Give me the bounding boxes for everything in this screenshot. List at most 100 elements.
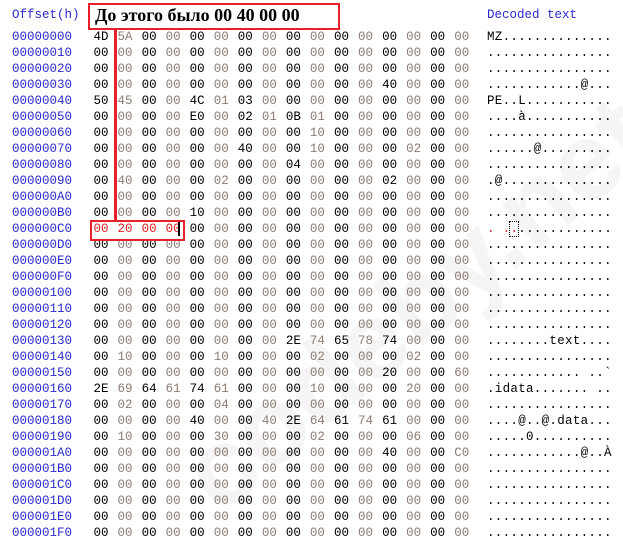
- hex-byte[interactable]: 00: [259, 158, 279, 172]
- hex-byte[interactable]: 00: [380, 206, 400, 220]
- hex-byte[interactable]: 00: [332, 350, 352, 364]
- hex-byte[interactable]: 00: [235, 318, 255, 332]
- hex-byte[interactable]: 00: [283, 126, 303, 140]
- hex-byte[interactable]: 00: [211, 334, 231, 348]
- hex-byte[interactable]: 00: [91, 510, 111, 524]
- hex-byte[interactable]: 00: [115, 46, 135, 60]
- hex-byte[interactable]: 00: [91, 62, 111, 76]
- hex-byte[interactable]: 00: [356, 30, 376, 44]
- hex-byte[interactable]: 00: [452, 334, 472, 348]
- hex-byte[interactable]: 02: [235, 110, 255, 124]
- hex-byte[interactable]: 40: [235, 142, 255, 156]
- hex-byte[interactable]: 00: [283, 254, 303, 268]
- hex-byte[interactable]: 00: [115, 110, 135, 124]
- hex-byte[interactable]: 00: [115, 510, 135, 524]
- hex-byte[interactable]: 00: [235, 510, 255, 524]
- hex-byte[interactable]: 00: [91, 78, 111, 92]
- hex-byte[interactable]: 61: [211, 382, 231, 396]
- hex-byte[interactable]: 00: [163, 526, 183, 540]
- hex-byte[interactable]: 00: [428, 270, 448, 284]
- hex-byte[interactable]: 00: [307, 78, 327, 92]
- hex-byte[interactable]: 00: [380, 286, 400, 300]
- decoded-text[interactable]: ................: [487, 318, 612, 332]
- decoded-text[interactable]: ................: [487, 158, 612, 172]
- hex-byte[interactable]: 00: [259, 510, 279, 524]
- hex-byte[interactable]: 00: [115, 142, 135, 156]
- hex-byte[interactable]: 00: [139, 254, 159, 268]
- hex-byte[interactable]: 00: [283, 142, 303, 156]
- hex-byte[interactable]: 00: [163, 366, 183, 380]
- decoded-text[interactable]: ................: [487, 286, 612, 300]
- hex-byte[interactable]: 00: [404, 318, 424, 332]
- hex-byte[interactable]: 00: [139, 350, 159, 364]
- hex-byte[interactable]: 04: [211, 398, 231, 412]
- hex-byte[interactable]: 4D: [91, 30, 111, 44]
- hex-byte[interactable]: 00: [283, 510, 303, 524]
- hex-byte[interactable]: 10: [115, 350, 135, 364]
- hex-byte[interactable]: 00: [332, 366, 352, 380]
- hex-byte[interactable]: 5A: [115, 30, 135, 44]
- hex-byte[interactable]: 00: [235, 366, 255, 380]
- hex-byte[interactable]: 00: [307, 302, 327, 316]
- hex-byte[interactable]: 00: [307, 222, 327, 236]
- hex-byte[interactable]: 00: [115, 62, 135, 76]
- hex-byte[interactable]: 04: [283, 158, 303, 172]
- hex-byte[interactable]: 00: [404, 462, 424, 476]
- hex-byte[interactable]: 00: [163, 142, 183, 156]
- hex-byte[interactable]: 00: [235, 302, 255, 316]
- hex-byte[interactable]: 00: [139, 270, 159, 284]
- hex-byte[interactable]: 00: [91, 126, 111, 140]
- hex-byte[interactable]: 00: [187, 62, 207, 76]
- hex-byte[interactable]: 00: [452, 238, 472, 252]
- hex-byte[interactable]: 00: [283, 94, 303, 108]
- hex-byte[interactable]: 00: [187, 46, 207, 60]
- hex-byte[interactable]: 40: [115, 174, 135, 188]
- hex-byte[interactable]: 00: [356, 46, 376, 60]
- hex-byte[interactable]: 00: [211, 46, 231, 60]
- hex-byte[interactable]: 00: [404, 446, 424, 460]
- decoded-text[interactable]: ............@...: [487, 78, 612, 92]
- hex-byte[interactable]: 06: [404, 430, 424, 444]
- hex-byte[interactable]: 00: [380, 510, 400, 524]
- hex-byte[interactable]: 00: [163, 30, 183, 44]
- decoded-text[interactable]: MZ..............: [487, 30, 612, 44]
- hex-byte[interactable]: 00: [356, 110, 376, 124]
- hex-byte[interactable]: 00: [356, 126, 376, 140]
- hex-byte[interactable]: 00: [380, 142, 400, 156]
- hex-byte[interactable]: 00: [307, 190, 327, 204]
- hex-byte[interactable]: 02: [307, 430, 327, 444]
- hex-byte[interactable]: 00: [332, 206, 352, 220]
- hex-byte[interactable]: 00: [356, 206, 376, 220]
- hex-byte[interactable]: 00: [211, 238, 231, 252]
- hex-byte[interactable]: 00: [332, 510, 352, 524]
- hex-byte[interactable]: 00: [163, 94, 183, 108]
- hex-byte[interactable]: 00: [428, 254, 448, 268]
- hex-byte[interactable]: 00: [235, 430, 255, 444]
- hex-byte[interactable]: 00: [163, 462, 183, 476]
- hex-byte[interactable]: 00: [332, 302, 352, 316]
- hex-byte[interactable]: 00: [163, 190, 183, 204]
- hex-byte[interactable]: 00: [211, 206, 231, 220]
- hex-byte[interactable]: 40: [187, 414, 207, 428]
- hex-byte[interactable]: 00: [139, 174, 159, 188]
- hex-byte[interactable]: 00: [259, 494, 279, 508]
- hex-byte[interactable]: 00: [211, 446, 231, 460]
- hex-byte[interactable]: 00: [139, 398, 159, 412]
- hex-byte[interactable]: 00: [187, 478, 207, 492]
- hex-byte[interactable]: 00: [235, 350, 255, 364]
- hex-byte[interactable]: 10: [307, 126, 327, 140]
- hex-byte[interactable]: 00: [163, 110, 183, 124]
- hex-byte[interactable]: 00: [115, 126, 135, 140]
- hex-byte[interactable]: 00: [307, 46, 327, 60]
- hex-byte[interactable]: 10: [307, 142, 327, 156]
- hex-byte[interactable]: 00: [428, 334, 448, 348]
- hex-byte[interactable]: 00: [356, 174, 376, 188]
- hex-byte[interactable]: 00: [404, 478, 424, 492]
- hex-byte[interactable]: 50: [91, 94, 111, 108]
- hex-byte[interactable]: 00: [356, 78, 376, 92]
- hex-byte[interactable]: 00: [380, 94, 400, 108]
- hex-byte[interactable]: 00: [139, 526, 159, 540]
- hex-byte[interactable]: 10: [211, 350, 231, 364]
- hex-byte[interactable]: 00: [187, 510, 207, 524]
- hex-byte[interactable]: 00: [211, 222, 231, 236]
